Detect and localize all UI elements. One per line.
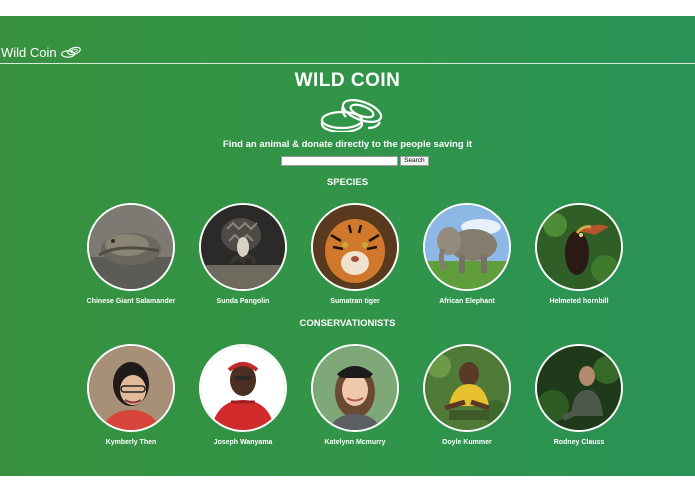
conservationist-photo[interactable] xyxy=(423,344,511,432)
search-button[interactable]: Search xyxy=(400,156,429,166)
search-input[interactable] xyxy=(281,156,398,166)
species-photo-hornbill[interactable] xyxy=(535,203,623,291)
species-photo-pangolin[interactable] xyxy=(199,203,287,291)
bottom-margin xyxy=(0,476,695,494)
conservationist-label[interactable]: Rodney Clauss xyxy=(504,439,654,446)
page-background: Wild Coin WILD COIN Find an animal & don… xyxy=(0,16,695,476)
search-bar: Search xyxy=(281,156,429,166)
coins-icon xyxy=(318,96,388,134)
tagline: Find an animal & donate directly to the … xyxy=(222,139,473,150)
species-label[interactable]: Helmeted hornbill xyxy=(504,298,654,305)
conservationists-heading: CONSERVATIONISTS xyxy=(299,318,396,329)
top-margin xyxy=(0,0,695,16)
conservationist-photo[interactable] xyxy=(311,344,399,432)
navbar-divider xyxy=(0,63,695,64)
coins-icon xyxy=(60,45,82,59)
species-photo-elephant[interactable] xyxy=(423,203,511,291)
conservationist-photo[interactable] xyxy=(87,344,175,432)
navbar: Wild Coin xyxy=(0,42,695,62)
conservationist-photo[interactable] xyxy=(199,344,287,432)
species-photo-tiger[interactable] xyxy=(311,203,399,291)
conservationist-photo[interactable] xyxy=(535,344,623,432)
page-title: WILD COIN xyxy=(294,70,401,91)
species-heading: SPECIES xyxy=(326,177,369,188)
brand-name: Wild Coin xyxy=(1,44,57,60)
species-photo-salamander[interactable] xyxy=(87,203,175,291)
brand-link[interactable]: Wild Coin xyxy=(1,42,82,62)
